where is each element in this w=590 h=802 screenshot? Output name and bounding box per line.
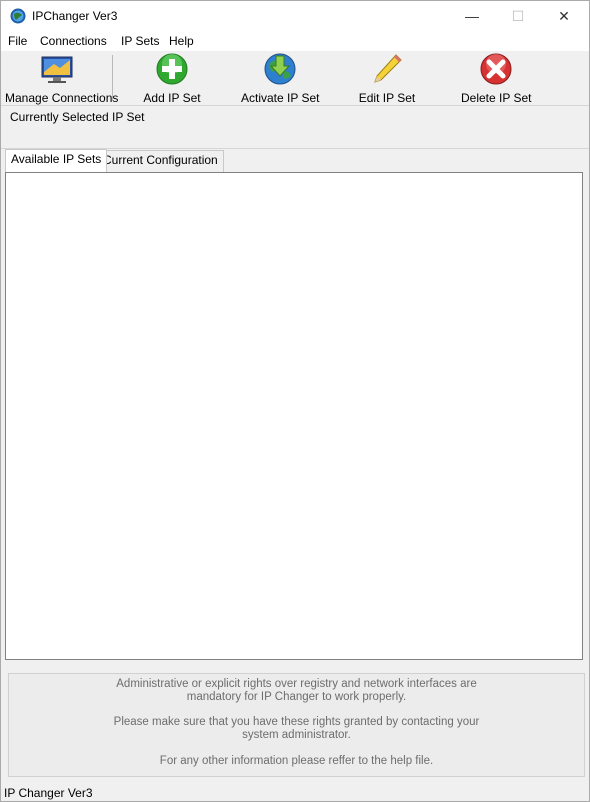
delete-icon — [480, 53, 512, 85]
toolbar: Manage Connections Add IP Set Activate I… — [1, 52, 589, 105]
close-button[interactable]: ✕ — [541, 1, 587, 31]
manage-connections-button[interactable]: Manage Connections — [5, 52, 119, 105]
minimize-button[interactable]: — — [449, 1, 495, 31]
currently-selected-label: Currently Selected IP Set — [10, 110, 145, 124]
manage-connections-label: Manage Connections — [5, 91, 119, 105]
app-window: IPChanger Ver3 — ☐ ✕ File Connections IP… — [0, 0, 590, 802]
edit-ip-set-label: Edit IP Set — [358, 91, 416, 105]
info-line: For any other information please reffer … — [159, 755, 434, 767]
selected-ip-set-bar: Currently Selected IP Set — [1, 105, 589, 149]
menu-bar: File Connections IP Sets Help — [1, 31, 589, 51]
ip-sets-list[interactable] — [5, 172, 583, 660]
menu-ip-sets[interactable]: IP Sets — [121, 34, 159, 48]
menu-help[interactable]: Help — [169, 34, 194, 48]
toolbar-separator — [112, 55, 113, 101]
activate-ip-set-button[interactable]: Activate IP Set — [241, 52, 320, 105]
tab-available-ip-sets[interactable]: Available IP Sets — [5, 149, 108, 172]
pencil-icon — [374, 54, 402, 83]
tab-current-configuration[interactable]: Current Configuration — [97, 150, 224, 172]
add-icon — [156, 53, 188, 85]
status-text: IP Changer Ver3 — [4, 786, 93, 800]
app-globe-icon — [10, 8, 26, 24]
info-notice: Administrative or explicit rights over r… — [8, 673, 585, 777]
delete-ip-set-label: Delete IP Set — [461, 91, 532, 105]
info-line: mandatory for IP Changer to work properl… — [186, 691, 407, 703]
add-ip-set-label: Add IP Set — [143, 91, 201, 105]
info-line: system administrator. — [242, 729, 351, 741]
title-bar[interactable]: IPChanger Ver3 — ☐ ✕ — [1, 1, 589, 31]
globe-arrow-icon — [264, 53, 296, 85]
monitor-icon — [41, 56, 72, 83]
edit-ip-set-button[interactable]: Edit IP Set — [357, 52, 417, 105]
activate-ip-set-label: Activate IP Set — [241, 91, 320, 105]
menu-connections[interactable]: Connections — [40, 34, 107, 48]
window-title: IPChanger Ver3 — [32, 9, 118, 23]
info-line: Please make sure that you have these rig… — [113, 716, 480, 728]
add-ip-set-button[interactable]: Add IP Set — [139, 52, 205, 105]
maximize-button[interactable]: ☐ — [495, 1, 541, 31]
info-line: Administrative or explicit rights over r… — [116, 678, 477, 690]
status-bar: IP Changer Ver3 — [1, 784, 589, 801]
delete-ip-set-button[interactable]: Delete IP Set — [461, 52, 532, 105]
menu-file[interactable]: File — [8, 34, 27, 48]
